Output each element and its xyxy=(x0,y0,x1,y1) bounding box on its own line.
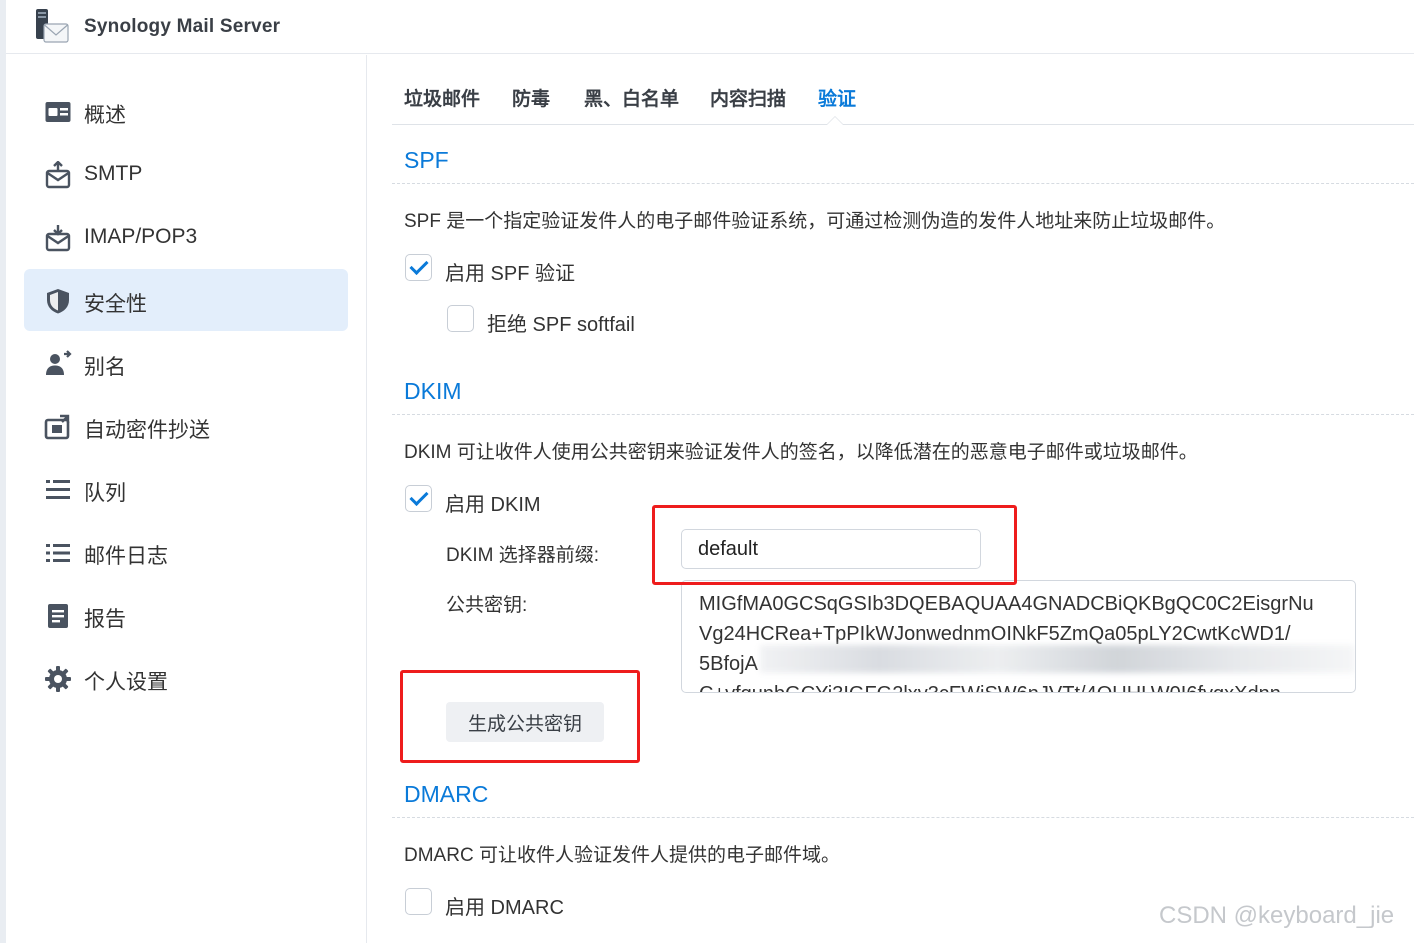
shield-icon xyxy=(47,289,69,314)
public-key-label: 公共密钥: xyxy=(446,595,528,616)
section-divider xyxy=(392,183,1414,184)
mail-log-icon xyxy=(46,544,70,562)
sidebar-item-security[interactable]: 安全性 xyxy=(24,269,348,331)
public-key-textarea[interactable]: MIGfMA0GCSqGSIb3DQEBAQUAA4GNADCBiQKBgQC0… xyxy=(681,580,1356,693)
report-icon xyxy=(48,604,68,628)
spf-description: SPF 是一个指定验证发件人的电子邮件验证系统，可通过检测伪造的发件人地址来防止… xyxy=(404,211,1226,232)
auto-bcc-icon xyxy=(44,414,70,440)
title-bar: Synology Mail Server xyxy=(6,0,1414,54)
gear-icon xyxy=(45,666,71,692)
dkim-enable-checkbox[interactable] xyxy=(405,485,432,512)
spf-enable-checkbox[interactable] xyxy=(405,254,432,281)
imap-icon xyxy=(45,225,71,252)
sidebar-item-auto-bcc[interactable]: 自动密件抄送 xyxy=(24,395,348,457)
main-panel: 垃圾邮件 防毒 黑、白名单 内容扫描 验证 SPF SPF 是一个指定验证发件人… xyxy=(368,55,1414,943)
queue-icon xyxy=(46,480,70,499)
mail-server-icon xyxy=(36,9,69,43)
public-key-line: C+vfqunbGCYi3IGFG2lxv3cFWiSW6nJVTt/4OUHL… xyxy=(699,679,1339,692)
public-key-line: MIGfMA0GCSqGSIb3DQEBAQUAA4GNADCBiQKBgQC0… xyxy=(699,593,1314,615)
redaction-blur xyxy=(760,645,1355,673)
tab-blacklist-whitelist[interactable]: 黑、白名单 xyxy=(584,84,679,111)
sidebar-item-mail-log[interactable]: 邮件日志 xyxy=(24,521,348,583)
dkim-description: DKIM 可让收件人使用公共密钥来验证发件人的签名，以降低潜在的恶意电子邮件或垃… xyxy=(404,442,1198,463)
overview-icon xyxy=(45,102,71,122)
tab-content-scan[interactable]: 内容扫描 xyxy=(710,84,786,111)
spf-section-title: SPF xyxy=(404,147,449,173)
sidebar-item-queue[interactable]: 队列 xyxy=(24,458,348,520)
sidebar-item-label: 个人设置 xyxy=(84,671,168,694)
public-key-text: MIGfMA0GCSqGSIb3DQEBAQUAA4GNADCBiQKBgQC0… xyxy=(699,589,1339,692)
sidebar-item-overview[interactable]: 概述 xyxy=(24,80,348,142)
sidebar-item-label: 报告 xyxy=(84,608,126,631)
app-title: Synology Mail Server xyxy=(84,16,281,37)
sidebar-item-label: 自动密件抄送 xyxy=(84,419,210,442)
sidebar-item-label: 别名 xyxy=(84,356,126,379)
dmarc-description: DMARC 可让收件人验证发件人提供的电子邮件域。 xyxy=(404,845,840,866)
tab-bar: 垃圾邮件 防毒 黑、白名单 内容扫描 验证 xyxy=(392,55,1414,125)
section-divider xyxy=(392,414,1414,415)
watermark: CSDN @keyboard_jie xyxy=(1159,902,1395,929)
sidebar-item-label: 邮件日志 xyxy=(84,545,168,568)
sidebar: 概述 SMTP IMAP/POP3 安全性 别名 自动密件抄送 队列 邮件日志 … xyxy=(6,55,367,943)
dkim-section-title: DKIM xyxy=(404,378,462,404)
tab-antispam[interactable]: 垃圾邮件 xyxy=(404,84,480,111)
sidebar-item-label: 概述 xyxy=(84,104,126,127)
dmarc-enable-label: 启用 DMARC xyxy=(445,897,564,919)
dmarc-section-title: DMARC xyxy=(404,781,489,807)
alias-icon xyxy=(46,350,72,375)
dkim-selector-label: DKIM 选择器前缀: xyxy=(446,545,600,566)
selector-highlight-box xyxy=(652,505,1017,585)
sidebar-item-personal-settings[interactable]: 个人设置 xyxy=(24,647,348,709)
spf-softfail-checkbox[interactable] xyxy=(447,305,474,332)
sidebar-item-imap-pop3[interactable]: IMAP/POP3 xyxy=(24,206,348,268)
spf-softfail-label: 拒绝 SPF softfail xyxy=(487,314,635,336)
sidebar-item-label: 安全性 xyxy=(84,293,147,316)
tab-authentication[interactable]: 验证 xyxy=(818,84,856,111)
sidebar-item-label: IMAP/POP3 xyxy=(84,225,198,248)
sidebar-item-smtp[interactable]: SMTP xyxy=(24,143,348,205)
sidebar-item-report[interactable]: 报告 xyxy=(24,584,348,646)
spf-enable-label: 启用 SPF 验证 xyxy=(445,263,576,285)
sidebar-item-label: 队列 xyxy=(84,482,126,505)
tab-antivirus[interactable]: 防毒 xyxy=(512,84,550,111)
sidebar-item-label: SMTP xyxy=(84,162,143,185)
section-divider xyxy=(392,817,1414,818)
dkim-enable-label: 启用 DKIM xyxy=(445,494,541,516)
generate-button-highlight-box xyxy=(400,670,640,763)
dmarc-enable-checkbox[interactable] xyxy=(405,888,432,915)
smtp-icon xyxy=(45,161,71,189)
sidebar-item-alias[interactable]: 别名 xyxy=(24,332,348,394)
